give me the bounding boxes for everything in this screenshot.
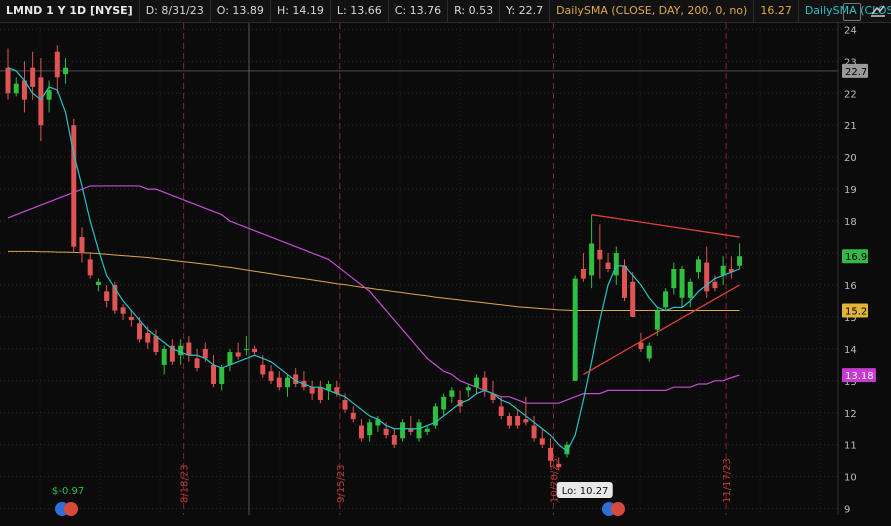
- candle-body: [539, 438, 545, 445]
- candle-body: [219, 368, 225, 385]
- candle-body: [416, 422, 422, 439]
- candle-body: [449, 390, 455, 397]
- candle-body: [252, 348, 258, 353]
- candle-body: [482, 377, 488, 391]
- candle-body: [284, 377, 290, 388]
- candle-body: [580, 269, 586, 279]
- candle-body: [128, 316, 134, 321]
- candle-body: [309, 387, 315, 394]
- candle-body: [276, 377, 282, 388]
- candle-body: [531, 425, 537, 439]
- candle-body: [391, 435, 397, 445]
- candle-body: [441, 396, 447, 410]
- candle-body: [38, 77, 44, 126]
- candle-body: [342, 399, 348, 410]
- y-tick-label: 24: [844, 25, 857, 36]
- candle-body: [498, 406, 504, 416]
- candle-body: [358, 425, 364, 439]
- earnings-value-label: $-0.97: [52, 486, 84, 497]
- y-tick-label: 10: [844, 473, 857, 484]
- candle-body: [630, 281, 636, 317]
- y-tick-label: 16: [844, 281, 857, 292]
- price-chart[interactable]: 8/18/23 9/15/23 10/20/23 11/17/239101112131…: [0, 0, 891, 526]
- candle-body: [400, 422, 406, 439]
- candle-body: [235, 352, 241, 357]
- candle-body: [350, 412, 356, 420]
- candle-body: [589, 243, 595, 276]
- candle-body: [548, 447, 554, 461]
- low-label: Lo: 10.27: [562, 486, 609, 497]
- candle-body: [687, 281, 693, 298]
- date-marker-label: 8/18/23: [180, 464, 191, 503]
- candle-body: [194, 358, 200, 369]
- candle-body: [671, 269, 677, 289]
- candle-body: [104, 291, 110, 301]
- candle-body: [46, 90, 52, 100]
- candle-body: [712, 281, 718, 289]
- candle-body: [13, 83, 19, 94]
- candle-body: [597, 249, 603, 260]
- candle-body: [474, 377, 480, 388]
- candle-body: [523, 419, 529, 423]
- candle-body: [622, 265, 627, 298]
- candle-body: [720, 265, 726, 276]
- dividend-icon: [611, 502, 625, 516]
- price-tag-label: 13.18: [845, 371, 874, 382]
- candle-body: [145, 332, 151, 343]
- plot-background: [0, 23, 891, 526]
- candle-body: [30, 67, 36, 87]
- candle-body: [572, 278, 578, 381]
- y-tick-label: 14: [844, 345, 857, 356]
- candle-body: [5, 67, 11, 94]
- candle-body: [638, 342, 644, 349]
- candle-body: [243, 348, 249, 350]
- candle-body: [87, 259, 93, 276]
- candle-body: [202, 348, 208, 359]
- candle-body: [54, 51, 60, 78]
- candle-body: [695, 259, 701, 273]
- candle-body: [515, 415, 521, 426]
- y-tick-label: 22: [844, 89, 857, 100]
- candle-body: [95, 281, 101, 285]
- candle-body: [79, 237, 85, 254]
- candle-body: [268, 371, 274, 381]
- candle-body: [556, 463, 562, 468]
- candle-body: [186, 342, 192, 356]
- candle-body: [679, 269, 685, 298]
- price-tag-label: 15.2: [845, 307, 867, 318]
- candle-body: [424, 428, 430, 432]
- candle-body: [613, 253, 619, 276]
- candle-body: [646, 345, 652, 359]
- candle-body: [317, 387, 323, 400]
- candle-body: [663, 291, 669, 308]
- candle-body: [153, 336, 159, 353]
- candle-body: [137, 323, 143, 340]
- candle-body: [120, 307, 126, 314]
- price-tag-label: 16.9: [845, 252, 867, 263]
- candle-body: [211, 364, 216, 385]
- candle-body: [63, 67, 69, 75]
- y-tick-label: 19: [844, 185, 857, 196]
- candle-body: [161, 348, 167, 365]
- candle-body: [367, 422, 373, 436]
- y-tick-label: 18: [844, 217, 857, 228]
- candle-body: [227, 352, 233, 365]
- candle-body: [383, 428, 389, 436]
- price-tag-label: 22.7: [845, 67, 867, 78]
- y-tick-label: 21: [844, 121, 857, 132]
- candle-body: [737, 256, 743, 266]
- candle-body: [605, 262, 611, 269]
- candle-body: [654, 310, 660, 330]
- date-marker-label: 11/17/23: [722, 458, 733, 503]
- date-marker-label: 9/15/23: [336, 464, 347, 503]
- candle-body: [465, 387, 471, 391]
- candle-body: [506, 415, 512, 426]
- dividend-icon: [64, 502, 78, 516]
- y-tick-label: 20: [844, 153, 857, 164]
- y-tick-label: 12: [844, 409, 857, 420]
- candle-body: [178, 345, 184, 356]
- candle-body: [260, 364, 266, 375]
- y-tick-label: 11: [844, 441, 857, 452]
- y-tick-label: 9: [844, 505, 850, 516]
